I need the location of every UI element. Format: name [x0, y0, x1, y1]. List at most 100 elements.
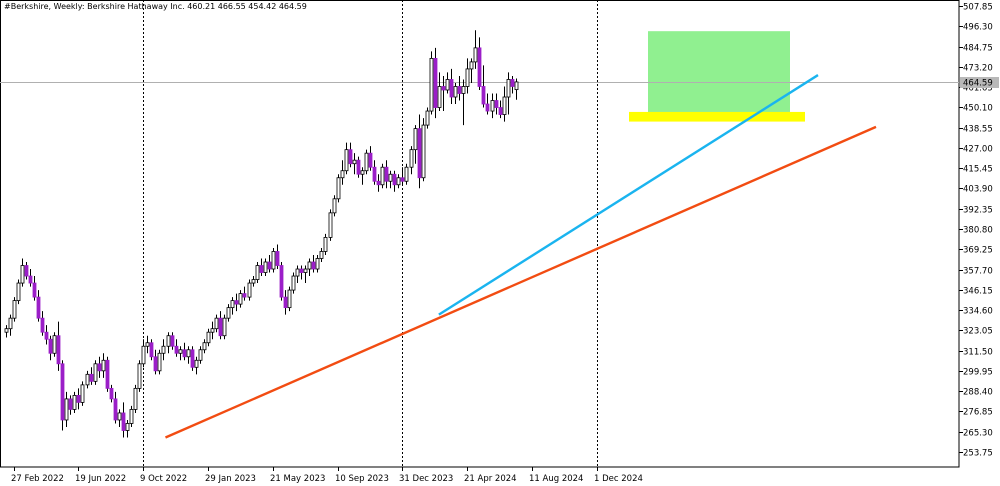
- candle-body: [376, 180, 381, 186]
- candle-body: [485, 103, 490, 112]
- timeframe-label: Weekly:: [53, 2, 85, 11]
- candle-body: [352, 159, 357, 165]
- candle-body: [380, 166, 385, 186]
- candle-body: [291, 275, 296, 291]
- candle-body: [437, 86, 442, 108]
- candle-body: [490, 100, 495, 112]
- candle-body: [24, 265, 29, 277]
- candle-body: [457, 86, 462, 94]
- candle-body: [214, 317, 219, 330]
- candle-body: [85, 373, 90, 386]
- candle-body: [202, 342, 207, 351]
- candle-body: [340, 170, 345, 179]
- candle-body: [433, 57, 438, 108]
- candle-body: [226, 307, 231, 319]
- candle-body: [170, 335, 175, 347]
- candle-body: [247, 282, 252, 298]
- candle-body: [12, 300, 17, 319]
- candle-body: [364, 152, 369, 172]
- candle-body: [194, 359, 199, 368]
- yellow-support-zone: [629, 111, 805, 122]
- candle-body: [166, 335, 171, 347]
- y-axis-label: 473.20: [963, 64, 993, 74]
- candle-body: [315, 258, 320, 270]
- candle-body: [307, 261, 312, 270]
- candle-body: [465, 68, 470, 87]
- candle-body: [137, 363, 142, 389]
- candle-body: [238, 293, 243, 305]
- candle-body: [64, 398, 69, 421]
- candle-body: [279, 265, 284, 298]
- y-axis-label: 346.15: [963, 287, 993, 297]
- candle-body: [4, 328, 9, 333]
- candle-body: [453, 86, 458, 98]
- y-axis-label: 311.50: [963, 348, 993, 358]
- candle-body: [323, 237, 328, 252]
- y-axis-label: 484.75: [963, 44, 993, 54]
- candle-body: [506, 79, 511, 98]
- x-axis-label: 21 Apr 2024: [464, 474, 517, 484]
- y-axis-label: 380.80: [963, 226, 993, 236]
- candle-body: [72, 394, 77, 410]
- chart-area[interactable]: 507.85 496.30 484.75 473.20 461.65 450.10 438.…: [0, 0, 1000, 486]
- ohlc-values: 460.21 466.55 454.42 464.59: [187, 2, 307, 11]
- y-axis-label: 299.95: [963, 368, 993, 378]
- candle-body: [48, 338, 53, 354]
- candle-body: [113, 398, 118, 421]
- candle-body: [368, 152, 373, 168]
- candle-body: [283, 296, 288, 309]
- x-axis-label: 21 May 2023: [270, 474, 325, 484]
- y-axis-label: 496.30: [963, 23, 993, 33]
- candle-body: [267, 261, 272, 270]
- candle-body: [295, 268, 300, 277]
- candle-body: [210, 328, 215, 333]
- candle-body: [60, 363, 65, 421]
- candle-body: [230, 300, 235, 309]
- x-axis-label: 29 Jan 2023: [205, 474, 256, 484]
- candle-body: [218, 317, 223, 337]
- x-axis-label: 9 Oct 2022: [140, 474, 187, 484]
- candle-body: [117, 412, 122, 421]
- candle-body: [510, 79, 515, 87]
- candle-body: [421, 124, 426, 179]
- x-axis-label: 27 Feb 2022: [11, 474, 64, 484]
- y-axis-label: 276.85: [963, 408, 993, 418]
- y-axis-label: 392.35: [963, 206, 993, 216]
- candle-body: [36, 296, 41, 319]
- candle-body: [97, 363, 102, 372]
- candle-body: [469, 61, 474, 70]
- y-axis-label: 438.55: [963, 125, 993, 135]
- candle-body: [174, 345, 179, 354]
- candle-body: [145, 342, 150, 347]
- x-axis-label: 19 Jun 2022: [75, 474, 126, 484]
- candle-body: [105, 359, 110, 389]
- candle-body: [263, 261, 268, 273]
- candle-body: [425, 110, 430, 126]
- candle-body: [68, 398, 73, 410]
- candle-body: [153, 356, 158, 372]
- candle-body: [328, 212, 333, 238]
- candle-body: [417, 128, 422, 179]
- candle-body: [141, 345, 146, 365]
- y-axis-label: 403.90: [963, 185, 993, 195]
- candle-body: [332, 198, 337, 214]
- candle-body: [445, 79, 450, 91]
- candle-body: [101, 359, 106, 372]
- y-axis-label: 323.05: [963, 327, 993, 337]
- candle-body: [28, 275, 33, 284]
- candlestick-chart: 507.85496.30484.75473.20461.65450.10438.…: [0, 0, 999, 484]
- candle-body: [80, 384, 85, 403]
- candle-body: [356, 159, 361, 175]
- candle-body: [56, 335, 61, 365]
- candle-body: [392, 173, 397, 186]
- candle-body: [481, 86, 486, 105]
- candle-body: [449, 79, 454, 98]
- y-axis-label: 369.25: [963, 246, 993, 256]
- candle-body: [473, 47, 478, 63]
- y-axis-label: 265.30: [963, 429, 993, 439]
- candle-body: [76, 394, 81, 403]
- candle-body: [388, 173, 393, 182]
- candle-body: [498, 107, 503, 115]
- candle-body: [303, 268, 308, 273]
- orange-trendline: [164, 125, 877, 439]
